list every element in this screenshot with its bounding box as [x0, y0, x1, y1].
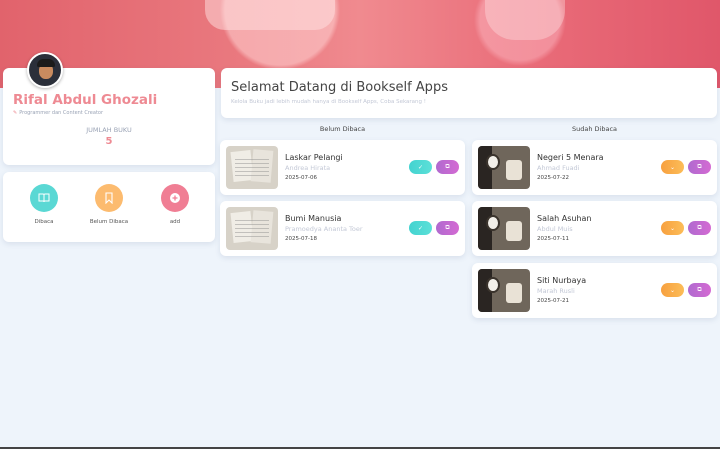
book-title: Bumi Manusia [285, 214, 342, 223]
book-cover [478, 207, 530, 250]
chevron-down-icon: ⌄ [669, 224, 676, 232]
book-date: 2025-07-22 [537, 175, 569, 181]
menu-item-add[interactable]: add [150, 184, 200, 225]
book-date: 2025-07-18 [285, 236, 317, 242]
avatar [27, 52, 63, 88]
mark-unread-button[interactable]: ⌄ [661, 160, 684, 174]
book-card: Salah Asuhan Abdul Muis 2025-07-11 ⌄ ⧉ [472, 201, 717, 256]
welcome-subtitle: Kelola Buku jadi lebih mudah hanya di Bo… [231, 99, 426, 105]
delete-button[interactable]: ⧉ [436, 160, 459, 174]
welcome-title: Selamat Datang di Bookself Apps [231, 80, 448, 95]
book-title: Negeri 5 Menara [537, 153, 604, 162]
book-date: 2025-07-11 [537, 236, 569, 242]
book-open-icon[interactable] [30, 184, 58, 212]
menu-item-label: Belum Dibaca [89, 219, 129, 225]
chevron-down-icon: ⌄ [669, 163, 676, 171]
copy-icon: ⧉ [697, 224, 702, 231]
hero-image-shape [205, 0, 335, 30]
mark-unread-button[interactable]: ⌄ [661, 221, 684, 235]
book-cover [226, 146, 278, 189]
book-card: Laskar Pelangi Andrea Hirata 2025-07-06 … [220, 140, 465, 195]
book-card: Bumi Manusia Pramoedya Ananta Toer 2025-… [220, 201, 465, 256]
menu-card: Dibaca Belum Dibaca add [3, 172, 215, 242]
delete-button[interactable]: ⧉ [688, 160, 711, 174]
book-cover [478, 269, 530, 312]
mark-unread-button[interactable]: ⌄ [661, 283, 684, 297]
mark-read-button[interactable]: ✓ [409, 221, 432, 235]
menu-item-dibaca[interactable]: Dibaca [19, 184, 69, 225]
book-author: Marah Rusli [537, 287, 575, 295]
copy-icon: ⧉ [697, 163, 702, 170]
delete-button[interactable]: ⧉ [688, 221, 711, 235]
book-cover [478, 146, 530, 189]
mark-read-button[interactable]: ✓ [409, 160, 432, 174]
profile-name: Rifal Abdul Ghozali [13, 92, 158, 108]
book-author: Andrea Hirata [285, 164, 331, 172]
book-author: Pramoedya Ananta Toer [285, 225, 363, 233]
book-author: Ahmad Fuadi [537, 164, 580, 172]
delete-button[interactable]: ⧉ [436, 221, 459, 235]
book-title: Siti Nurbaya [537, 276, 587, 285]
plus-circle-icon[interactable] [161, 184, 189, 212]
book-date: 2025-07-06 [285, 175, 317, 181]
copy-icon: ⧉ [445, 224, 450, 231]
delete-button[interactable]: ⧉ [688, 283, 711, 297]
check-icon: ✓ [417, 224, 424, 232]
menu-item-label: Dibaca [34, 219, 54, 225]
book-count: 5 [105, 136, 113, 147]
bookmark-icon[interactable] [95, 184, 123, 212]
column-heading-read: Sudah Dibaca [571, 125, 618, 133]
book-card: Siti Nurbaya Marah Rusli 2025-07-21 ⌄ ⧉ [472, 263, 717, 318]
hero-image-shape [485, 0, 565, 40]
book-date: 2025-07-21 [537, 298, 569, 304]
location-icon: ✎ [13, 110, 18, 116]
avatar-hair [37, 59, 55, 67]
profile-role-text: Programmer dan Content Creator [19, 110, 104, 116]
copy-icon: ⧉ [445, 163, 450, 170]
welcome-card: Selamat Datang di Bookself Apps Kelola B… [221, 68, 717, 118]
book-title: Laskar Pelangi [285, 153, 343, 162]
book-card: Negeri 5 Menara Ahmad Fuadi 2025-07-22 ⌄… [472, 140, 717, 195]
book-cover [226, 207, 278, 250]
menu-item-belum-dibaca[interactable]: Belum Dibaca [84, 184, 134, 225]
check-icon: ✓ [417, 163, 424, 171]
book-author: Abdul Muis [537, 225, 573, 233]
chevron-down-icon: ⌄ [669, 286, 676, 294]
menu-item-label: add [169, 219, 181, 225]
book-count-label: JUMLAH BUKU [86, 126, 132, 134]
book-title: Salah Asuhan [537, 214, 592, 223]
column-heading-unread: Belum Dibaca [319, 125, 366, 133]
copy-icon: ⧉ [697, 286, 702, 293]
profile-role: ✎ Programmer dan Content Creator [13, 110, 103, 116]
